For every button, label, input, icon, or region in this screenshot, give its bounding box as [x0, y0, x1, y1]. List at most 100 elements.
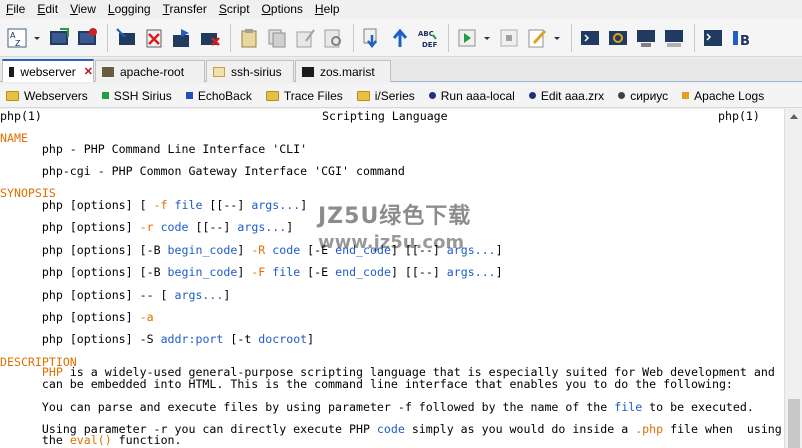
menu-bar: File Edit View Logging Transfer Script Options…	[0, 0, 802, 18]
bookmark-item[interactable]: Apache Logs	[682, 89, 764, 103]
chevron-down-icon[interactable]	[552, 25, 562, 51]
upload-icon[interactable]	[387, 25, 413, 51]
synopsis-line: php [options] -a	[0, 310, 154, 324]
tab-label: ssh-sirius	[231, 64, 282, 79]
scrollbar-thumb[interactable]	[788, 399, 800, 448]
sftp-icon[interactable]	[661, 25, 687, 51]
synopsis-line: php [options] [-B begin_code] -F file [-…	[0, 265, 503, 279]
tab-label: zos.marist	[320, 64, 375, 79]
synopsis-line: php [options] -S addr:port [-t docroot]	[0, 332, 315, 346]
stop-icon[interactable]	[496, 25, 522, 51]
bookmark-item[interactable]: сириус	[618, 89, 668, 103]
menu-file[interactable]: File	[4, 0, 31, 18]
toolbar-separator	[353, 23, 354, 52]
synopsis-line: php [options] [ -f file [[--] args...]	[0, 198, 308, 212]
session-new-icon[interactable]	[113, 25, 139, 51]
bookmarks-bar: Webservers SSH Sirius EchoBack Trace Files i…	[0, 84, 802, 108]
sort-az-icon[interactable]: AZ	[4, 25, 30, 51]
chevron-down-icon[interactable]	[32, 25, 42, 51]
bookmark-item[interactable]: Run aaa-local	[428, 88, 515, 103]
bookmark-label: i/Series	[374, 88, 415, 103]
tab-zos-marist[interactable]: zos.marist	[295, 60, 391, 82]
terminal-scrollbar[interactable]	[784, 109, 802, 448]
menu-help[interactable]: Help	[309, 0, 346, 18]
bookmark-label: Webservers	[24, 88, 88, 103]
toolbar-separator	[694, 23, 695, 52]
terminal-icon[interactable]	[577, 25, 603, 51]
session-close-icon[interactable]	[141, 25, 167, 51]
toolbar-separator	[230, 23, 231, 52]
session-icon	[185, 92, 193, 99]
menu-script[interactable]: Script	[213, 0, 256, 18]
menu-transfer[interactable]: Transfer	[157, 0, 213, 18]
terminal-output[interactable]: php(1) Scripting Language php(1) NAME ph…	[0, 109, 784, 448]
bookmark-item[interactable]: i/Series	[356, 88, 415, 103]
menu-options[interactable]: Options	[256, 0, 309, 18]
menu-logging[interactable]: Logging	[102, 0, 157, 18]
man-header-left: php(1)	[0, 109, 42, 123]
font-icon[interactable]: B	[728, 25, 754, 51]
session-tabs: webserver ✕ apache-root ssh-sirius zos.m…	[0, 58, 802, 82]
man-header-right: php(1)	[718, 109, 760, 123]
toolbar-separator	[107, 23, 108, 52]
connect-icon[interactable]	[46, 25, 72, 51]
bookmark-item[interactable]: Trace Files	[265, 88, 343, 103]
session-disconnect-icon[interactable]	[197, 25, 223, 51]
bookmark-item[interactable]: EchoBack	[185, 88, 252, 103]
synopsis-line: php [options] -r code [[--] args...]	[0, 220, 294, 234]
session-icon	[428, 92, 436, 99]
description-line: can be embedded into HTML. This is the c…	[0, 377, 733, 391]
menu-edit[interactable]: Edit	[31, 0, 64, 18]
paste-icon[interactable]	[236, 25, 262, 51]
terminal-icon	[213, 66, 225, 77]
session-icon	[528, 92, 536, 99]
bookmark-item[interactable]: SSH Sirius	[101, 88, 172, 103]
terminal-icon	[9, 66, 15, 77]
bookmark-label: Apache Logs	[694, 88, 765, 103]
description-line: the eval() function.	[0, 433, 182, 447]
menu-view[interactable]: View	[64, 0, 102, 18]
tab-webserver[interactable]: webserver ✕	[2, 59, 94, 82]
capture-icon[interactable]	[605, 25, 631, 51]
tile-icon[interactable]	[700, 25, 726, 51]
scroll-up-icon[interactable]	[790, 114, 798, 119]
find-icon[interactable]	[320, 25, 346, 51]
tab-apache-root[interactable]: apache-root	[95, 60, 205, 82]
description-line: You can parse and execute files by using…	[0, 400, 754, 414]
svg-text:ABC: ABC	[418, 30, 434, 38]
svg-text:B: B	[740, 34, 750, 49]
man-header-center: Scripting Language	[322, 109, 448, 123]
terminal-icon	[302, 66, 314, 77]
session-icon	[101, 92, 109, 99]
folder-icon	[6, 90, 19, 101]
bookmark-label: EchoBack	[197, 88, 252, 103]
transfer-icon[interactable]: ABC DEF	[415, 25, 441, 51]
chevron-down-icon[interactable]	[482, 25, 492, 51]
terminal-icon	[102, 66, 114, 77]
copy-icon[interactable]	[264, 25, 290, 51]
bookmark-label: сириус	[630, 88, 669, 103]
bookmark-item[interactable]: Webservers	[6, 89, 88, 103]
svg-text:DEF: DEF	[422, 41, 438, 49]
terminal-line: php-cgi - PHP Common Gateway Interface '…	[0, 164, 405, 178]
synopsis-line: php [options] -- [ args...]	[0, 288, 231, 302]
edit-copy-icon[interactable]	[292, 25, 318, 51]
toolbar-separator	[571, 23, 572, 52]
quick-connect-icon[interactable]	[74, 25, 100, 51]
edit-icon[interactable]	[524, 25, 550, 51]
svg-text:Z: Z	[15, 39, 21, 48]
download-icon[interactable]	[359, 25, 385, 51]
bookmark-label: Run aaa-local	[440, 88, 515, 103]
close-icon[interactable]: ✕	[84, 65, 93, 78]
bookmark-label: Edit aaa.zrx	[540, 88, 605, 103]
bookmark-item[interactable]: Edit aaa.zrx	[528, 88, 605, 103]
run-script-icon[interactable]	[454, 25, 480, 51]
bookmark-label: Trace Files	[283, 88, 343, 103]
bookmark-label: SSH Sirius	[113, 88, 172, 103]
tab-label: webserver	[20, 64, 76, 79]
settings-screen-icon[interactable]	[633, 25, 659, 51]
synopsis-line: php [options] [-B begin_code] -R code [-…	[0, 243, 503, 257]
session-copy-icon[interactable]	[169, 25, 195, 51]
tab-ssh-sirius[interactable]: ssh-sirius	[206, 60, 294, 82]
folder-icon	[356, 90, 370, 101]
